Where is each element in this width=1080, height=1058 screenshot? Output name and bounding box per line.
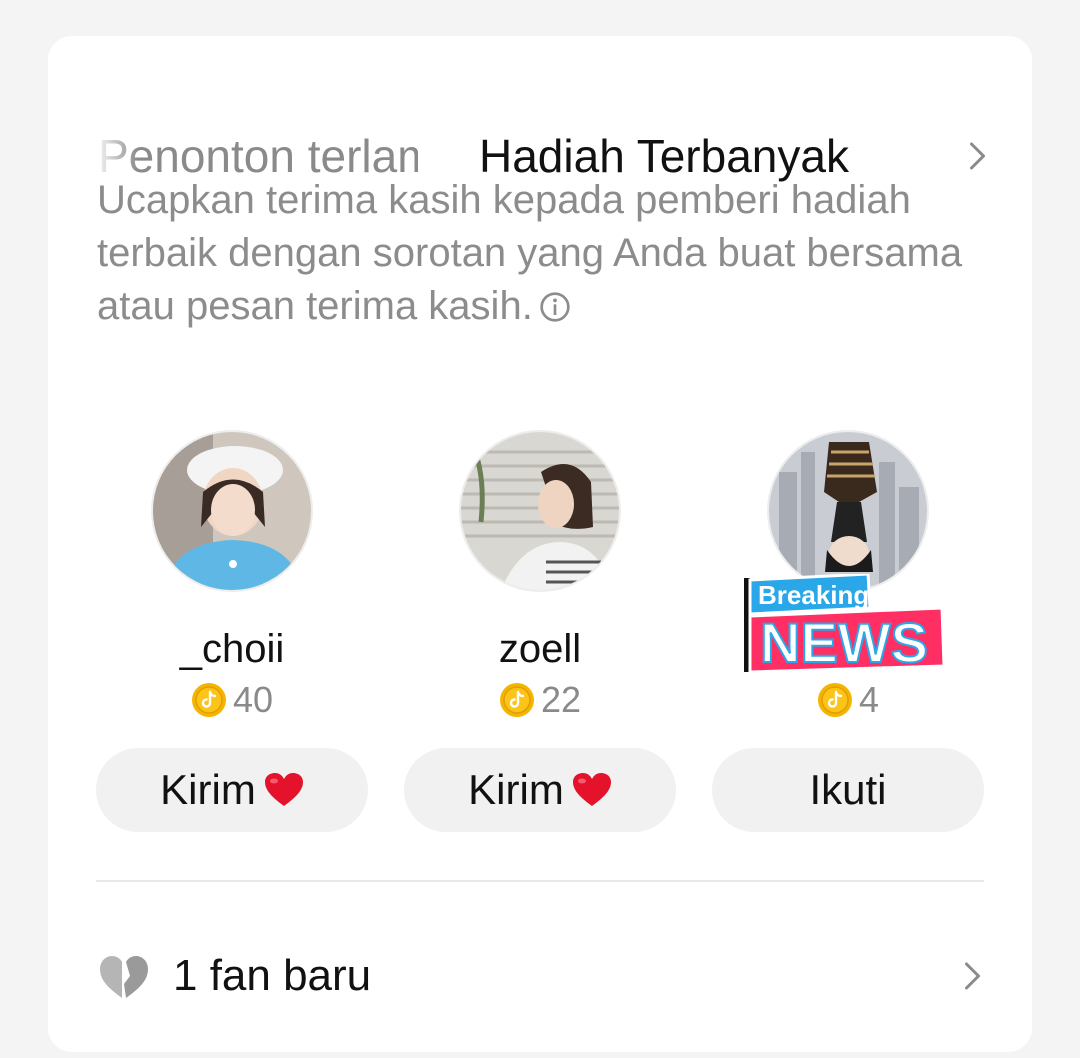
avatar-image [769,432,927,590]
grey-heart-icon [100,956,148,998]
gifter-coins: 40 [96,678,368,722]
top-gifters-card: Penonton terlama Hadiah Terbanyak Ucapka… [48,36,1032,1052]
coin-count: 40 [232,679,274,720]
send-heart-button[interactable]: Kirim [404,748,676,832]
coin-count: 22 [540,679,582,720]
chevron-right-icon[interactable] [953,958,989,994]
tiktok-coin-icon [191,683,226,717]
gifter-coins: 4 [712,678,984,722]
tiktok-coin-icon [817,683,852,717]
description-text: Ucapkan terima kasih kepada pemberi hadi… [97,178,963,328]
gifter-name[interactable]: zoell [404,626,676,672]
avatar[interactable] [767,430,929,592]
tiktok-coin-icon [499,683,534,717]
gifter-coins: 22 [404,678,676,722]
follow-button[interactable]: Ikuti [712,748,984,832]
button-label: Kirim [160,766,256,813]
divider [96,880,984,882]
red-heart-emoji-icon [264,773,303,806]
avatar-image [461,432,619,590]
info-circle-icon[interactable] [539,291,571,323]
gifter-item: _choii 40 Kirim [96,430,368,840]
button-label: Ikuti [809,766,887,813]
badge-top-text: Breaking [758,580,869,610]
avatar[interactable] [151,430,313,592]
send-heart-button[interactable]: Kirim [96,748,368,832]
red-heart-emoji-icon [572,773,611,806]
coin-count: 4 [858,679,880,720]
description: Ucapkan terima kasih kepada pemberi hadi… [97,174,997,333]
gifter-name[interactable]: _choii [96,626,368,672]
gifter-item: zoell 22 Kirim [404,430,676,840]
badge-bottom-text: NEWS [760,611,928,674]
avatar[interactable] [459,430,621,592]
avatar-image [153,432,311,590]
chevron-right-icon[interactable] [958,138,994,174]
new-fans-row[interactable]: 1 fan baru [48,936,1032,1016]
new-fans-label: 1 fan baru [173,951,372,1000]
breaking-news-sticker: Breaking NEWS [744,574,946,674]
button-label: Kirim [468,766,564,813]
